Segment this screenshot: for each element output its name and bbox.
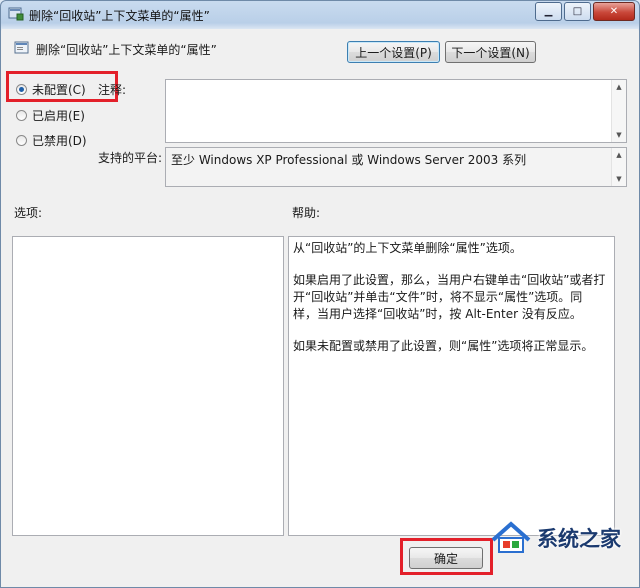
options-label: 选项: [14, 206, 43, 220]
scroll-down-icon[interactable]: ▼ [612, 172, 626, 186]
radio-dot[interactable] [16, 110, 27, 121]
maximize-icon: □ [572, 6, 583, 17]
scroll-up-icon[interactable]: ▲ [612, 80, 626, 94]
annotation-highlight-box [400, 538, 493, 575]
help-panel: 从“回收站”的上下文菜单删除“属性”选项。 如果启用了此设置，那么，当用户右键单… [288, 236, 615, 536]
minimize-icon: ▁ [544, 6, 553, 17]
comment-textarea[interactable]: ▲ ▼ [165, 79, 627, 143]
platform-label: 支持的平台: [98, 151, 163, 165]
options-panel [12, 236, 284, 536]
previous-setting-button[interactable]: 上一个设置(P) [347, 41, 440, 63]
close-icon: ✕ [609, 6, 619, 17]
close-button[interactable]: ✕ [593, 2, 635, 21]
watermark: 系统之家 [489, 518, 639, 558]
radio-label: 已启用(E) [32, 109, 85, 123]
watermark-text: 系统之家 [537, 527, 621, 551]
radio-label: 已禁用(D) [32, 134, 87, 148]
help-paragraph: 从“回收站”的上下文菜单删除“属性”选项。 [293, 241, 522, 255]
help-label: 帮助: [292, 206, 321, 220]
dialog-body: 删除“回收站”上下文菜单的“属性” 上一个设置(P) 下一个设置(N) 未配置(… [2, 29, 638, 587]
scroll-down-icon[interactable]: ▼ [612, 128, 626, 142]
next-setting-button[interactable]: 下一个设置(N) [445, 41, 536, 63]
comment-label: 注释: [98, 83, 127, 97]
maximize-button[interactable]: □ [564, 2, 591, 21]
help-paragraph: 如果未配置或禁用了此设置，则“属性”选项将正常显示。 [293, 339, 594, 353]
minimize-button[interactable]: ▁ [535, 2, 562, 21]
window-title: 删除“回收站”上下文菜单的“属性” [29, 9, 210, 23]
comment-scrollbar[interactable]: ▲ ▼ [611, 80, 626, 142]
radio-dot[interactable] [16, 135, 27, 146]
platform-field: 至少 Windows XP Professional 或 Windows Ser… [165, 147, 627, 187]
platform-scrollbar[interactable]: ▲ ▼ [611, 148, 626, 186]
setting-title: 删除“回收站”上下文菜单的“属性” [36, 43, 217, 57]
platform-value: 至少 Windows XP Professional 或 Windows Ser… [171, 153, 527, 167]
scroll-up-icon[interactable]: ▲ [612, 148, 626, 162]
policy-icon [8, 7, 24, 21]
house-logo-icon [491, 521, 531, 553]
radio-enabled[interactable]: 已启用(E) [16, 107, 85, 124]
help-paragraph: 如果启用了此设置，那么，当用户右键单击“回收站”或者打开“回收站”并单击“文件”… [293, 273, 606, 321]
setting-icon [14, 41, 29, 54]
radio-disabled[interactable]: 已禁用(D) [16, 132, 87, 149]
dialog-window: 删除“回收站”上下文菜单的“属性” ▁ □ ✕ 删除“回收站”上下文菜单的“属性… [0, 0, 640, 588]
title-bar[interactable]: 删除“回收站”上下文菜单的“属性” ▁ □ ✕ [1, 1, 639, 29]
